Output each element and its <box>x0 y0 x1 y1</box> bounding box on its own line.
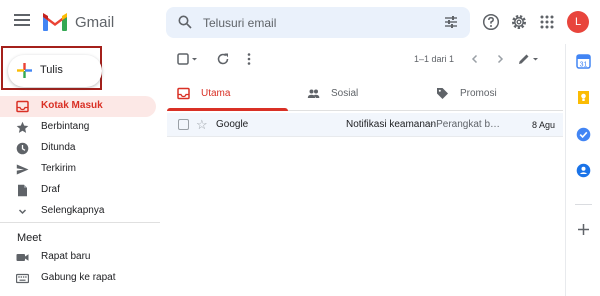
sidebar-nav: Kotak Masuk Berbintang Ditunda Terkirim … <box>0 96 160 222</box>
svg-text:31: 31 <box>580 62 588 69</box>
people-icon <box>307 89 320 98</box>
hamburger-icon[interactable] <box>14 14 30 28</box>
avatar[interactable]: L <box>567 11 589 33</box>
sidebar-item-label: Ditunda <box>41 142 76 153</box>
app-name: Gmail <box>75 14 115 31</box>
refresh-icon[interactable] <box>216 52 230 66</box>
keyboard-icon <box>16 273 29 284</box>
meet-heading: Meet <box>17 232 42 244</box>
sidebar-item-more[interactable]: Selengkapnya <box>0 201 156 222</box>
sidebar-item-sent[interactable]: Terkirim <box>0 159 156 180</box>
plus-icon <box>17 63 32 78</box>
inbox-icon <box>177 87 190 100</box>
pagination-info: 1–1 dari 1 <box>414 54 455 64</box>
top-bar: Gmail Telusuri email L <box>0 0 600 44</box>
email-date: 8 Agu <box>532 120 556 130</box>
more-vert-icon[interactable] <box>242 52 256 66</box>
star-icon <box>16 121 29 133</box>
row-checkbox[interactable] <box>178 119 189 130</box>
gear-icon[interactable] <box>510 13 528 31</box>
tab-primary[interactable]: Utama <box>167 78 288 111</box>
tab-promotions[interactable]: Promosi <box>426 78 547 110</box>
tab-label: Utama <box>201 88 231 99</box>
sidebar-item-label: Draf <box>41 184 60 195</box>
help-icon[interactable] <box>482 13 500 31</box>
search-icon[interactable] <box>178 15 192 29</box>
meet-join-meeting[interactable]: Gabung ke rapat <box>0 268 160 289</box>
calendar-icon[interactable]: 31 <box>576 54 591 69</box>
search-input[interactable]: Telusuri email <box>203 16 276 30</box>
contacts-icon[interactable] <box>576 163 591 178</box>
sidebar-item-snoozed[interactable]: Ditunda <box>0 138 156 159</box>
inbox-icon <box>16 100 29 113</box>
sidebar-item-label: Terkirim <box>41 163 76 174</box>
send-icon <box>16 164 29 175</box>
keep-icon[interactable] <box>576 90 591 105</box>
sidebar-item-inbox[interactable]: Kotak Masuk <box>0 96 156 117</box>
chevron-right-icon[interactable] <box>493 52 507 66</box>
video-icon <box>16 254 29 261</box>
chevron-left-icon[interactable] <box>468 52 482 66</box>
compose-label: Tulis <box>40 64 63 76</box>
category-tabs: Utama Sosial Promosi <box>167 78 563 111</box>
sidebar-divider <box>0 222 160 223</box>
meet-item-label: Rapat baru <box>41 251 91 262</box>
email-subject: Notifikasi keamanan <box>346 119 437 130</box>
search-bar[interactable]: Telusuri email <box>166 7 470 38</box>
sidebar-item-label: Berbintang <box>41 121 90 132</box>
tab-label: Sosial <box>331 88 359 99</box>
clock-icon <box>16 142 29 155</box>
sidebar-item-label: Kotak Masuk <box>41 100 103 111</box>
tune-icon[interactable] <box>444 15 458 29</box>
table-row[interactable]: ☆ Google Notifikasi keamanan - Perangkat… <box>167 113 563 137</box>
apps-grid-icon[interactable] <box>538 13 556 31</box>
side-panel-divider <box>575 204 592 205</box>
star-toggle-icon[interactable]: ☆ <box>196 117 208 133</box>
select-all-checkbox[interactable] <box>177 52 199 66</box>
compose-button[interactable]: Tulis <box>8 55 102 87</box>
meet-new-meeting[interactable]: Rapat baru <box>0 247 160 268</box>
side-panel: 31 <box>565 44 600 296</box>
gmail-logo[interactable] <box>42 12 68 32</box>
tab-label: Promosi <box>460 88 497 99</box>
email-sender: Google <box>216 119 249 130</box>
chevron-down-icon <box>18 209 27 215</box>
add-addon-icon[interactable] <box>576 222 591 237</box>
input-tools-pen-icon[interactable] <box>517 52 541 66</box>
email-snippet: - Perangkat baru <box>430 119 502 130</box>
sidebar-item-label: Selengkapnya <box>41 205 105 216</box>
tag-icon <box>437 88 448 99</box>
tasks-icon[interactable] <box>576 127 591 142</box>
active-tab-indicator <box>167 108 288 111</box>
meet-item-label: Gabung ke rapat <box>41 272 116 283</box>
tab-social[interactable]: Sosial <box>297 78 418 110</box>
draft-icon <box>18 184 27 197</box>
sidebar-item-drafts[interactable]: Draf <box>0 180 156 201</box>
sidebar-item-starred[interactable]: Berbintang <box>0 117 156 138</box>
